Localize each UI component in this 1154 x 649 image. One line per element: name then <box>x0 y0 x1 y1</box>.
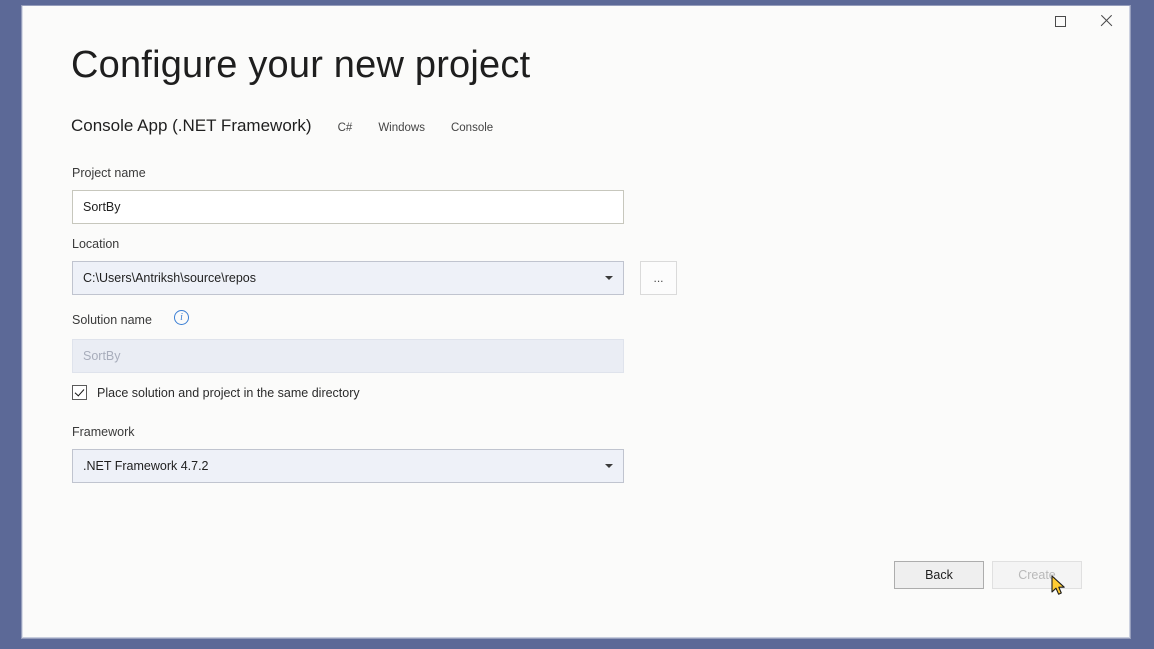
create-button: Create <box>992 561 1082 589</box>
back-button[interactable]: Back <box>894 561 984 589</box>
chevron-down-icon <box>605 276 613 280</box>
info-icon[interactable]: i <box>174 310 189 325</box>
template-summary: Console App (.NET Framework) C# Windows … <box>71 116 493 136</box>
same-directory-label: Place solution and project in the same d… <box>97 386 360 400</box>
tag-project-type: Console <box>451 122 493 134</box>
location-combobox[interactable]: C:\Users\Antriksh\source\repos <box>72 261 624 295</box>
tag-language: C# <box>338 122 353 134</box>
same-directory-row[interactable]: Place solution and project in the same d… <box>72 385 360 400</box>
solution-name-input: SortBy <box>72 339 624 373</box>
solution-name-label: Solution name <box>72 313 152 327</box>
template-name: Console App (.NET Framework) <box>71 116 312 136</box>
project-name-label: Project name <box>72 166 146 180</box>
tag-platform: Windows <box>378 122 425 134</box>
page-title: Configure your new project <box>71 44 530 87</box>
same-directory-checkbox[interactable] <box>72 385 87 400</box>
location-label: Location <box>72 237 119 251</box>
framework-label: Framework <box>72 425 135 439</box>
chevron-down-icon <box>605 464 613 468</box>
framework-combobox[interactable]: .NET Framework 4.7.2 <box>72 449 624 483</box>
location-value: C:\Users\Antriksh\source\repos <box>83 271 599 285</box>
browse-location-button[interactable]: ... <box>640 261 677 295</box>
project-name-input[interactable] <box>72 190 624 224</box>
dialog-content: Configure your new project Console App (… <box>23 6 1129 637</box>
configure-project-dialog: Configure your new project Console App (… <box>22 6 1130 638</box>
framework-value: .NET Framework 4.7.2 <box>83 459 599 473</box>
